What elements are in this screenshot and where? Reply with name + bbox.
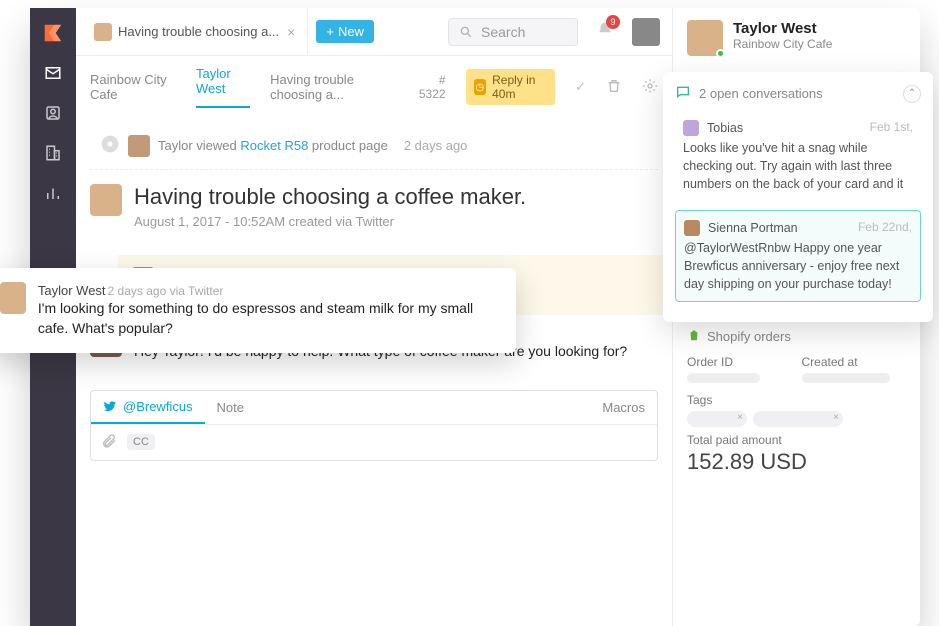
- viewer-avatar: [128, 135, 150, 157]
- order-id-label: Order ID: [687, 355, 792, 369]
- new-label: New: [338, 24, 364, 39]
- compose-tabs: @Brewficus Note Macros: [91, 391, 657, 425]
- check-icon[interactable]: ✓: [575, 79, 586, 95]
- subject: Having trouble choosing a coffee maker.: [134, 184, 526, 210]
- popover-body: I'm looking for something to do espresso…: [38, 298, 502, 339]
- notification-bell[interactable]: 9: [596, 21, 614, 42]
- created-at-value: [802, 373, 891, 383]
- notification-badge: 9: [606, 15, 620, 29]
- collapse-icon[interactable]: ⌃: [903, 85, 921, 103]
- conv-avatar: [684, 220, 700, 236]
- attach-icon[interactable]: [101, 433, 117, 452]
- clock-icon: ◷: [474, 79, 487, 95]
- shopify-icon: [687, 328, 701, 345]
- popover-when: 2 days ago via Twitter: [108, 284, 224, 298]
- popover-avatar: [0, 282, 26, 314]
- avatar[interactable]: [632, 18, 660, 46]
- remove-tag-icon[interactable]: ×: [833, 412, 839, 423]
- tab-conversation[interactable]: Having trouble choosing a... ×: [84, 8, 308, 55]
- compose-toolbar: CC: [91, 425, 657, 460]
- side-panel: Taylor West Rainbow City Cafe 2 open con…: [672, 8, 920, 626]
- cc-button[interactable]: CC: [127, 434, 155, 450]
- breadcrumb-org[interactable]: Rainbow City Cafe: [90, 72, 176, 102]
- viewed-link[interactable]: Rocket R58: [240, 138, 308, 153]
- search-placeholder: Search: [481, 24, 525, 40]
- contact-org: Rainbow City Cafe: [733, 37, 832, 51]
- contact-name: Taylor West: [733, 20, 832, 37]
- open-conv-title: 2 open conversations: [699, 86, 823, 101]
- app-logo: [42, 22, 64, 44]
- compose-tab-reply[interactable]: @Brewficus: [91, 391, 205, 424]
- twitter-icon: [103, 399, 117, 413]
- compose-box: @Brewficus Note Macros CC: [90, 390, 658, 461]
- chat-icon: [675, 84, 691, 103]
- created-at-label: Created at: [802, 355, 907, 369]
- presence-dot: [716, 49, 725, 58]
- search-input[interactable]: Search: [448, 18, 578, 46]
- viewed-suffix: product page: [308, 138, 388, 153]
- breadcrumb: Rainbow City Cafe Taylor West Having tro…: [76, 56, 672, 108]
- subject-row: Having trouble choosing a coffee maker. …: [90, 170, 658, 243]
- remove-tag-icon[interactable]: ×: [737, 412, 743, 423]
- compose-macros[interactable]: Macros: [590, 391, 657, 424]
- conversation-item-selected[interactable]: Sienna Portman Feb 22nd, @TaylorWestRnbw…: [675, 210, 921, 303]
- tab-avatar: [94, 23, 112, 41]
- ticket-id: # 5322: [419, 73, 446, 101]
- breadcrumb-subject[interactable]: Having trouble choosing a...: [270, 72, 399, 102]
- contact-card: Taylor West Rainbow City Cafe: [673, 20, 920, 68]
- viewed-when: 2 days ago: [404, 138, 468, 153]
- popover-name: Taylor West: [38, 283, 106, 298]
- total-value: 152.89 USD: [687, 449, 906, 475]
- header: Having trouble choosing a... × + New Sea…: [76, 8, 672, 56]
- tag-pill[interactable]: ×: [687, 411, 747, 427]
- app-shell: Having trouble choosing a... × + New Sea…: [30, 8, 920, 626]
- conv-text: @TaylorWestRnbw Happy one year Brewficus…: [684, 239, 912, 293]
- building-icon[interactable]: [42, 142, 64, 164]
- viewed-prefix: Taylor viewed: [158, 138, 240, 153]
- tags-row: × ×: [687, 411, 906, 427]
- eye-icon: [100, 134, 120, 157]
- contact-avatar: [687, 20, 723, 56]
- plus-icon: +: [326, 24, 334, 39]
- tab-title: Having trouble choosing a...: [118, 24, 279, 39]
- total-label: Total paid amount: [687, 433, 906, 447]
- open-conversations-card: 2 open conversations ⌃ Tobias Feb 1st, L…: [663, 72, 933, 322]
- message-popover: Taylor West2 days ago via Twitter I'm lo…: [0, 268, 516, 353]
- subject-meta: August 1, 2017 - 10:52AM created via Twi…: [134, 214, 526, 229]
- order-id-value: [687, 373, 760, 383]
- new-button[interactable]: + New: [316, 20, 374, 43]
- conv-avatar: [683, 120, 699, 136]
- conv-text: Looks like you've hit a snag while check…: [683, 139, 913, 193]
- gear-icon[interactable]: [642, 78, 658, 97]
- analytics-icon[interactable]: [42, 182, 64, 204]
- search-icon: [459, 25, 473, 39]
- tags-label: Tags: [687, 393, 906, 407]
- breadcrumb-customer[interactable]: Taylor West: [196, 66, 250, 108]
- shopify-panel: Shopify orders Order ID Created at Tags …: [673, 328, 920, 475]
- conversation-item[interactable]: Tobias Feb 1st, Looks like you've hit a …: [675, 111, 921, 202]
- shopify-title: Shopify orders: [707, 329, 791, 344]
- tag-pill[interactable]: ×: [753, 411, 843, 427]
- reply-timer[interactable]: ◷ Reply in 40m: [466, 69, 556, 105]
- trash-icon[interactable]: [606, 78, 622, 97]
- inbox-icon[interactable]: [42, 62, 64, 84]
- contacts-icon[interactable]: [42, 102, 64, 124]
- compose-tab-note[interactable]: Note: [205, 391, 256, 424]
- viewed-event: Taylor viewed Rocket R58 product page 2 …: [90, 116, 658, 170]
- customer-avatar: [90, 184, 122, 216]
- close-icon[interactable]: ×: [285, 24, 297, 40]
